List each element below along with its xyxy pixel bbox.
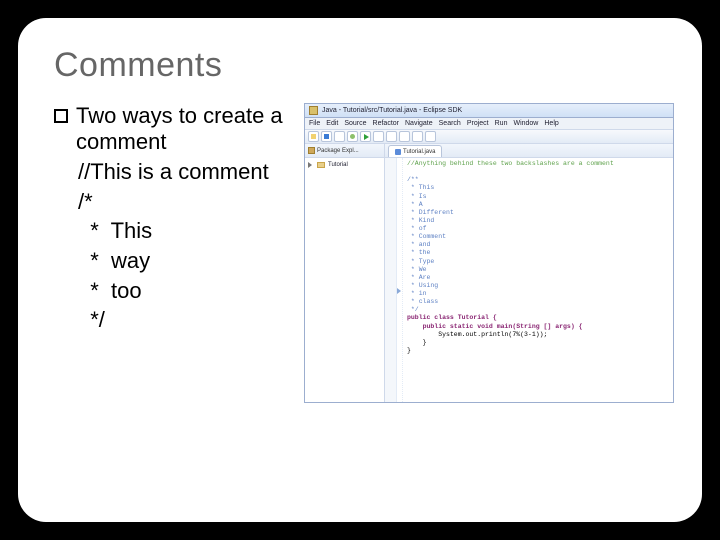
code-area[interactable]: //Anything behind these two backslashes … bbox=[403, 158, 673, 402]
menu-project[interactable]: Project bbox=[467, 120, 489, 127]
editor-tab-label: Tutorial.java bbox=[403, 149, 435, 155]
disclosure-triangle-icon[interactable] bbox=[308, 162, 314, 168]
print-button[interactable] bbox=[334, 131, 345, 142]
menu-help[interactable]: Help bbox=[544, 120, 558, 127]
java-file-icon bbox=[395, 149, 401, 155]
slide-left-column: Two ways to create a comment //This is a… bbox=[54, 103, 304, 335]
project-name: Tutorial bbox=[328, 162, 348, 168]
editor-tab[interactable]: Tutorial.java bbox=[388, 145, 442, 157]
package-tree[interactable]: Tutorial bbox=[305, 158, 384, 402]
window-title-text: Java - Tutorial/src/Tutorial.java - Ecli… bbox=[322, 107, 462, 114]
code-class-line: public class Tutorial { bbox=[407, 314, 497, 321]
tool-button[interactable] bbox=[412, 131, 423, 142]
code-brace1: } bbox=[407, 339, 427, 346]
tool-button[interactable] bbox=[386, 131, 397, 142]
menu-navigate[interactable]: Navigate bbox=[405, 120, 433, 127]
editor-panel: Tutorial.java //Anything behind these tw… bbox=[385, 144, 673, 402]
editor-content[interactable]: //Anything behind these two backslashes … bbox=[385, 158, 673, 402]
tool-button[interactable] bbox=[425, 131, 436, 142]
run-button[interactable] bbox=[360, 131, 371, 142]
line-gutter bbox=[385, 158, 397, 402]
editor-tab-strip: Tutorial.java bbox=[385, 144, 673, 158]
slide-body: Two ways to create a comment //This is a… bbox=[54, 103, 666, 403]
code-print-line: System.out.println(7%(3-1)); bbox=[407, 331, 547, 338]
code-main-line: public static void main(String [] args) … bbox=[407, 323, 583, 330]
save-button[interactable] bbox=[321, 131, 332, 142]
menu-bar[interactable]: File Edit Source Refactor Navigate Searc… bbox=[305, 118, 673, 130]
code-brace2: } bbox=[407, 347, 411, 354]
fold-marker-icon[interactable] bbox=[397, 288, 401, 294]
window-titlebar: Java - Tutorial/src/Tutorial.java - Ecli… bbox=[305, 104, 673, 118]
code-line-comment: //Anything behind these two backslashes … bbox=[407, 160, 614, 167]
slide-right-column: Java - Tutorial/src/Tutorial.java - Ecli… bbox=[304, 103, 674, 403]
menu-window[interactable]: Window bbox=[513, 120, 538, 127]
bullet-text: Two ways to create a comment bbox=[76, 103, 296, 155]
code-block-comment: /** * This * Is * A * Different * Kind *… bbox=[407, 176, 454, 313]
menu-search[interactable]: Search bbox=[439, 120, 461, 127]
tree-node-project[interactable]: Tutorial bbox=[308, 161, 381, 169]
tool-bar bbox=[305, 130, 673, 144]
square-bullet-icon bbox=[54, 109, 68, 123]
slide-frame: Comments Two ways to create a comment //… bbox=[18, 18, 702, 522]
menu-run[interactable]: Run bbox=[495, 120, 508, 127]
debug-button[interactable] bbox=[347, 131, 358, 142]
bullet-subtext: //This is a comment /* * This * way * to… bbox=[78, 157, 296, 335]
folding-ruler bbox=[397, 158, 403, 402]
tool-button[interactable] bbox=[399, 131, 410, 142]
package-explorer-panel: Package Expl... Tutorial bbox=[305, 144, 385, 402]
menu-file[interactable]: File bbox=[309, 120, 320, 127]
menu-edit[interactable]: Edit bbox=[326, 120, 338, 127]
tool-button[interactable] bbox=[373, 131, 384, 142]
menu-refactor[interactable]: Refactor bbox=[373, 120, 399, 127]
menu-source[interactable]: Source bbox=[344, 120, 366, 127]
eclipse-app-icon bbox=[309, 106, 318, 115]
slide-title: Comments bbox=[54, 46, 666, 85]
package-explorer-label: Package Expl... bbox=[317, 148, 359, 154]
ide-workspace: Package Expl... Tutorial bbox=[305, 144, 673, 402]
package-icon bbox=[308, 147, 315, 154]
package-explorer-tab[interactable]: Package Expl... bbox=[305, 144, 384, 158]
bullet-item: Two ways to create a comment bbox=[54, 103, 296, 155]
eclipse-window: Java - Tutorial/src/Tutorial.java - Ecli… bbox=[304, 103, 674, 403]
project-folder-icon bbox=[317, 162, 325, 168]
new-button[interactable] bbox=[308, 131, 319, 142]
